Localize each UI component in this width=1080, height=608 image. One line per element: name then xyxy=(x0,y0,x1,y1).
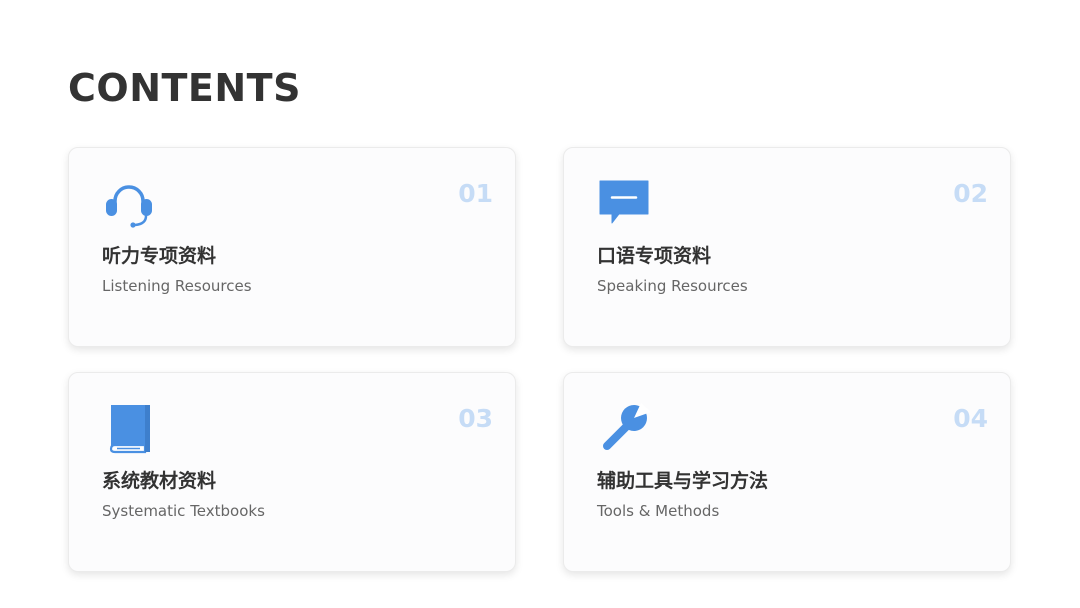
card-number: 03 xyxy=(458,404,493,433)
contents-card-textbooks[interactable]: 03 系统教材资料 Systematic Textbooks xyxy=(68,372,516,572)
card-title: 听力专项资料 xyxy=(102,245,217,267)
card-subtitle: Listening Resources xyxy=(102,277,252,295)
headset-icon xyxy=(102,176,156,230)
page-title: CONTENTS xyxy=(68,66,301,110)
chat-bubble-icon xyxy=(597,176,651,230)
card-title: 辅助工具与学习方法 xyxy=(597,470,769,492)
contents-card-listening[interactable]: 01 听力专项资料 Listening Resources xyxy=(68,147,516,347)
wrench-icon xyxy=(597,401,651,455)
card-number: 04 xyxy=(953,404,988,433)
card-title: 口语专项资料 xyxy=(597,245,712,267)
card-title: 系统教材资料 xyxy=(102,470,217,492)
card-number: 01 xyxy=(458,179,493,208)
card-subtitle: Speaking Resources xyxy=(597,277,748,295)
card-number: 02 xyxy=(953,179,988,208)
card-subtitle: Systematic Textbooks xyxy=(102,502,265,520)
card-subtitle: Tools & Methods xyxy=(597,502,720,520)
contents-card-tools[interactable]: 04 辅助工具与学习方法 Tools & Methods xyxy=(563,372,1011,572)
contents-card-speaking[interactable]: 02 口语专项资料 Speaking Resources xyxy=(563,147,1011,347)
book-icon xyxy=(102,401,156,455)
